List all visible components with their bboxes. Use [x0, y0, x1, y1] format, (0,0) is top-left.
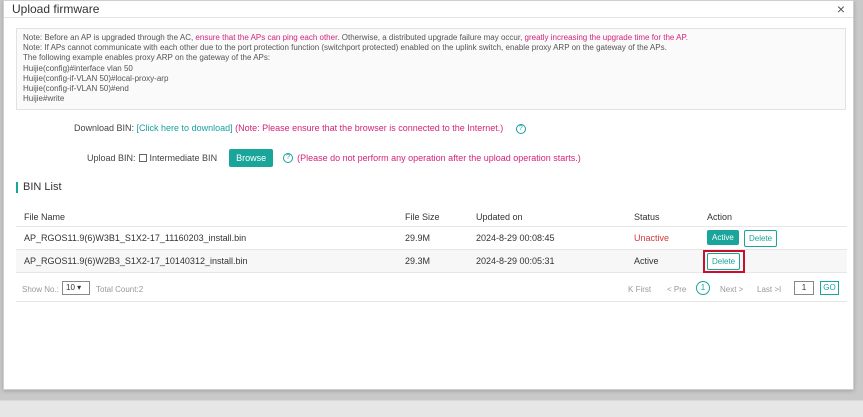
prev-page-button[interactable]: < Pre	[667, 285, 686, 294]
intermediate-bin-label: Intermediate BIN	[149, 153, 218, 163]
divider	[16, 301, 847, 302]
updated-on-cell: 2024-8-29 00:05:31	[476, 256, 555, 266]
status-cell: Active	[634, 256, 659, 266]
note-line-1-b: ensure that the APs can ping each other	[195, 33, 338, 42]
note-line-1: Note: Before an AP is upgraded through t…	[23, 33, 839, 43]
note-line-2: Note: If APs cannot communicate with eac…	[23, 43, 667, 53]
first-page-label: First	[635, 285, 652, 294]
file-name-cell: AP_RGOS11.9(6)W3B1_S1X2-17_11160203_inst…	[24, 233, 247, 243]
note-line-4: Huijie(config)#interface vlan 50	[23, 63, 133, 73]
table-header: File Name File Size Updated on Status Ac…	[16, 206, 847, 227]
close-icon[interactable]: ×	[837, 1, 845, 17]
page-bottom-bar	[0, 400, 863, 417]
go-button[interactable]: GO	[820, 281, 839, 295]
upload-bin-label: Upload BIN:	[87, 153, 136, 163]
help-icon[interactable]: ?	[283, 153, 294, 163]
table-row: AP_RGOS11.9(6)W2B3_S1X2-17_10140312_inst…	[16, 250, 847, 273]
download-bin-label: Download BIN:	[74, 123, 135, 133]
status-cell: Unactive	[634, 233, 670, 243]
col-header-file-size: File Size	[405, 212, 440, 222]
upload-firmware-dialog: Upload firmware × Note: Before an AP is …	[3, 0, 854, 390]
pagination-bar: Show No.: 10 ▾ Total Count:2 K First < P…	[16, 281, 847, 299]
col-header-action: Action	[707, 212, 733, 222]
next-page-label: Next	[720, 285, 737, 294]
browse-button[interactable]: Browse	[229, 149, 274, 167]
col-header-status: Status	[634, 212, 660, 222]
download-link[interactable]: [Click here to download]	[137, 123, 233, 133]
bin-list-title: BIN List	[16, 182, 62, 193]
note-line-5: Huijie(config-if-VLAN 50)#local-proxy-ar…	[23, 73, 169, 83]
table-row: AP_RGOS11.9(6)W3B1_S1X2-17_11160203_inst…	[16, 227, 847, 250]
file-size-cell: 29.9M	[405, 233, 431, 243]
dialog-header: Upload firmware ×	[4, 1, 853, 18]
file-size-cell: 29.3M	[405, 256, 431, 266]
col-header-updated-on: Updated on	[476, 212, 523, 222]
note-line-6: Huijie(config-if-VLAN 50)#end	[23, 84, 129, 94]
delete-button[interactable]: Delete	[707, 253, 741, 270]
note-line-7: Huijie#write	[23, 94, 65, 104]
col-header-file-name: File Name	[24, 212, 66, 222]
page-size-select[interactable]: 10 ▾	[62, 281, 90, 295]
active-button[interactable]: Active	[707, 230, 739, 245]
upload-note: (Please do not perform any operation aft…	[297, 153, 581, 163]
last-page-button[interactable]: Last >I	[757, 285, 781, 294]
chevron-down-icon: ▾	[77, 283, 82, 292]
download-note: (Note: Please ensure that the browser is…	[235, 123, 504, 133]
upgrade-note-box: Note: Before an AP is upgraded through t…	[16, 28, 846, 110]
total-count: Total Count:2	[96, 285, 144, 294]
download-bin-row: Download BIN: [Click here to download] (…	[74, 123, 526, 134]
dialog-title: Upload firmware	[12, 2, 100, 16]
intermediate-bin-checkbox[interactable]	[138, 154, 147, 162]
first-page-button[interactable]: K First	[628, 285, 651, 294]
file-name-cell: AP_RGOS11.9(6)W2B3_S1X2-17_10140312_inst…	[24, 256, 248, 266]
note-line-1-a: Note: Before an AP is upgraded through t…	[23, 33, 196, 42]
page-size-value: 10	[66, 283, 75, 292]
bin-list-table: File Name File Size Updated on Status Ac…	[16, 206, 847, 273]
help-icon[interactable]: ?	[515, 123, 526, 134]
show-no-label: Show No.:	[22, 285, 59, 294]
note-line-3: The following example enables proxy ARP …	[23, 53, 271, 63]
current-page[interactable]: 1	[696, 281, 710, 295]
prev-page-label: Pre	[673, 285, 687, 294]
page-number-input[interactable]: 1	[794, 281, 814, 295]
delete-button[interactable]: Delete	[744, 230, 778, 247]
updated-on-cell: 2024-8-29 00:08:45	[476, 233, 555, 243]
last-page-label: Last	[757, 285, 773, 294]
upload-bin-row: Upload BIN: Intermediate BIN Browse ? (P…	[87, 149, 581, 167]
note-line-1-d: greatly increasing the upgrade time for …	[524, 33, 689, 42]
next-page-button[interactable]: Next >	[720, 285, 743, 294]
note-line-1-c: . Otherwise, a distributed upgrade failu…	[337, 33, 525, 42]
